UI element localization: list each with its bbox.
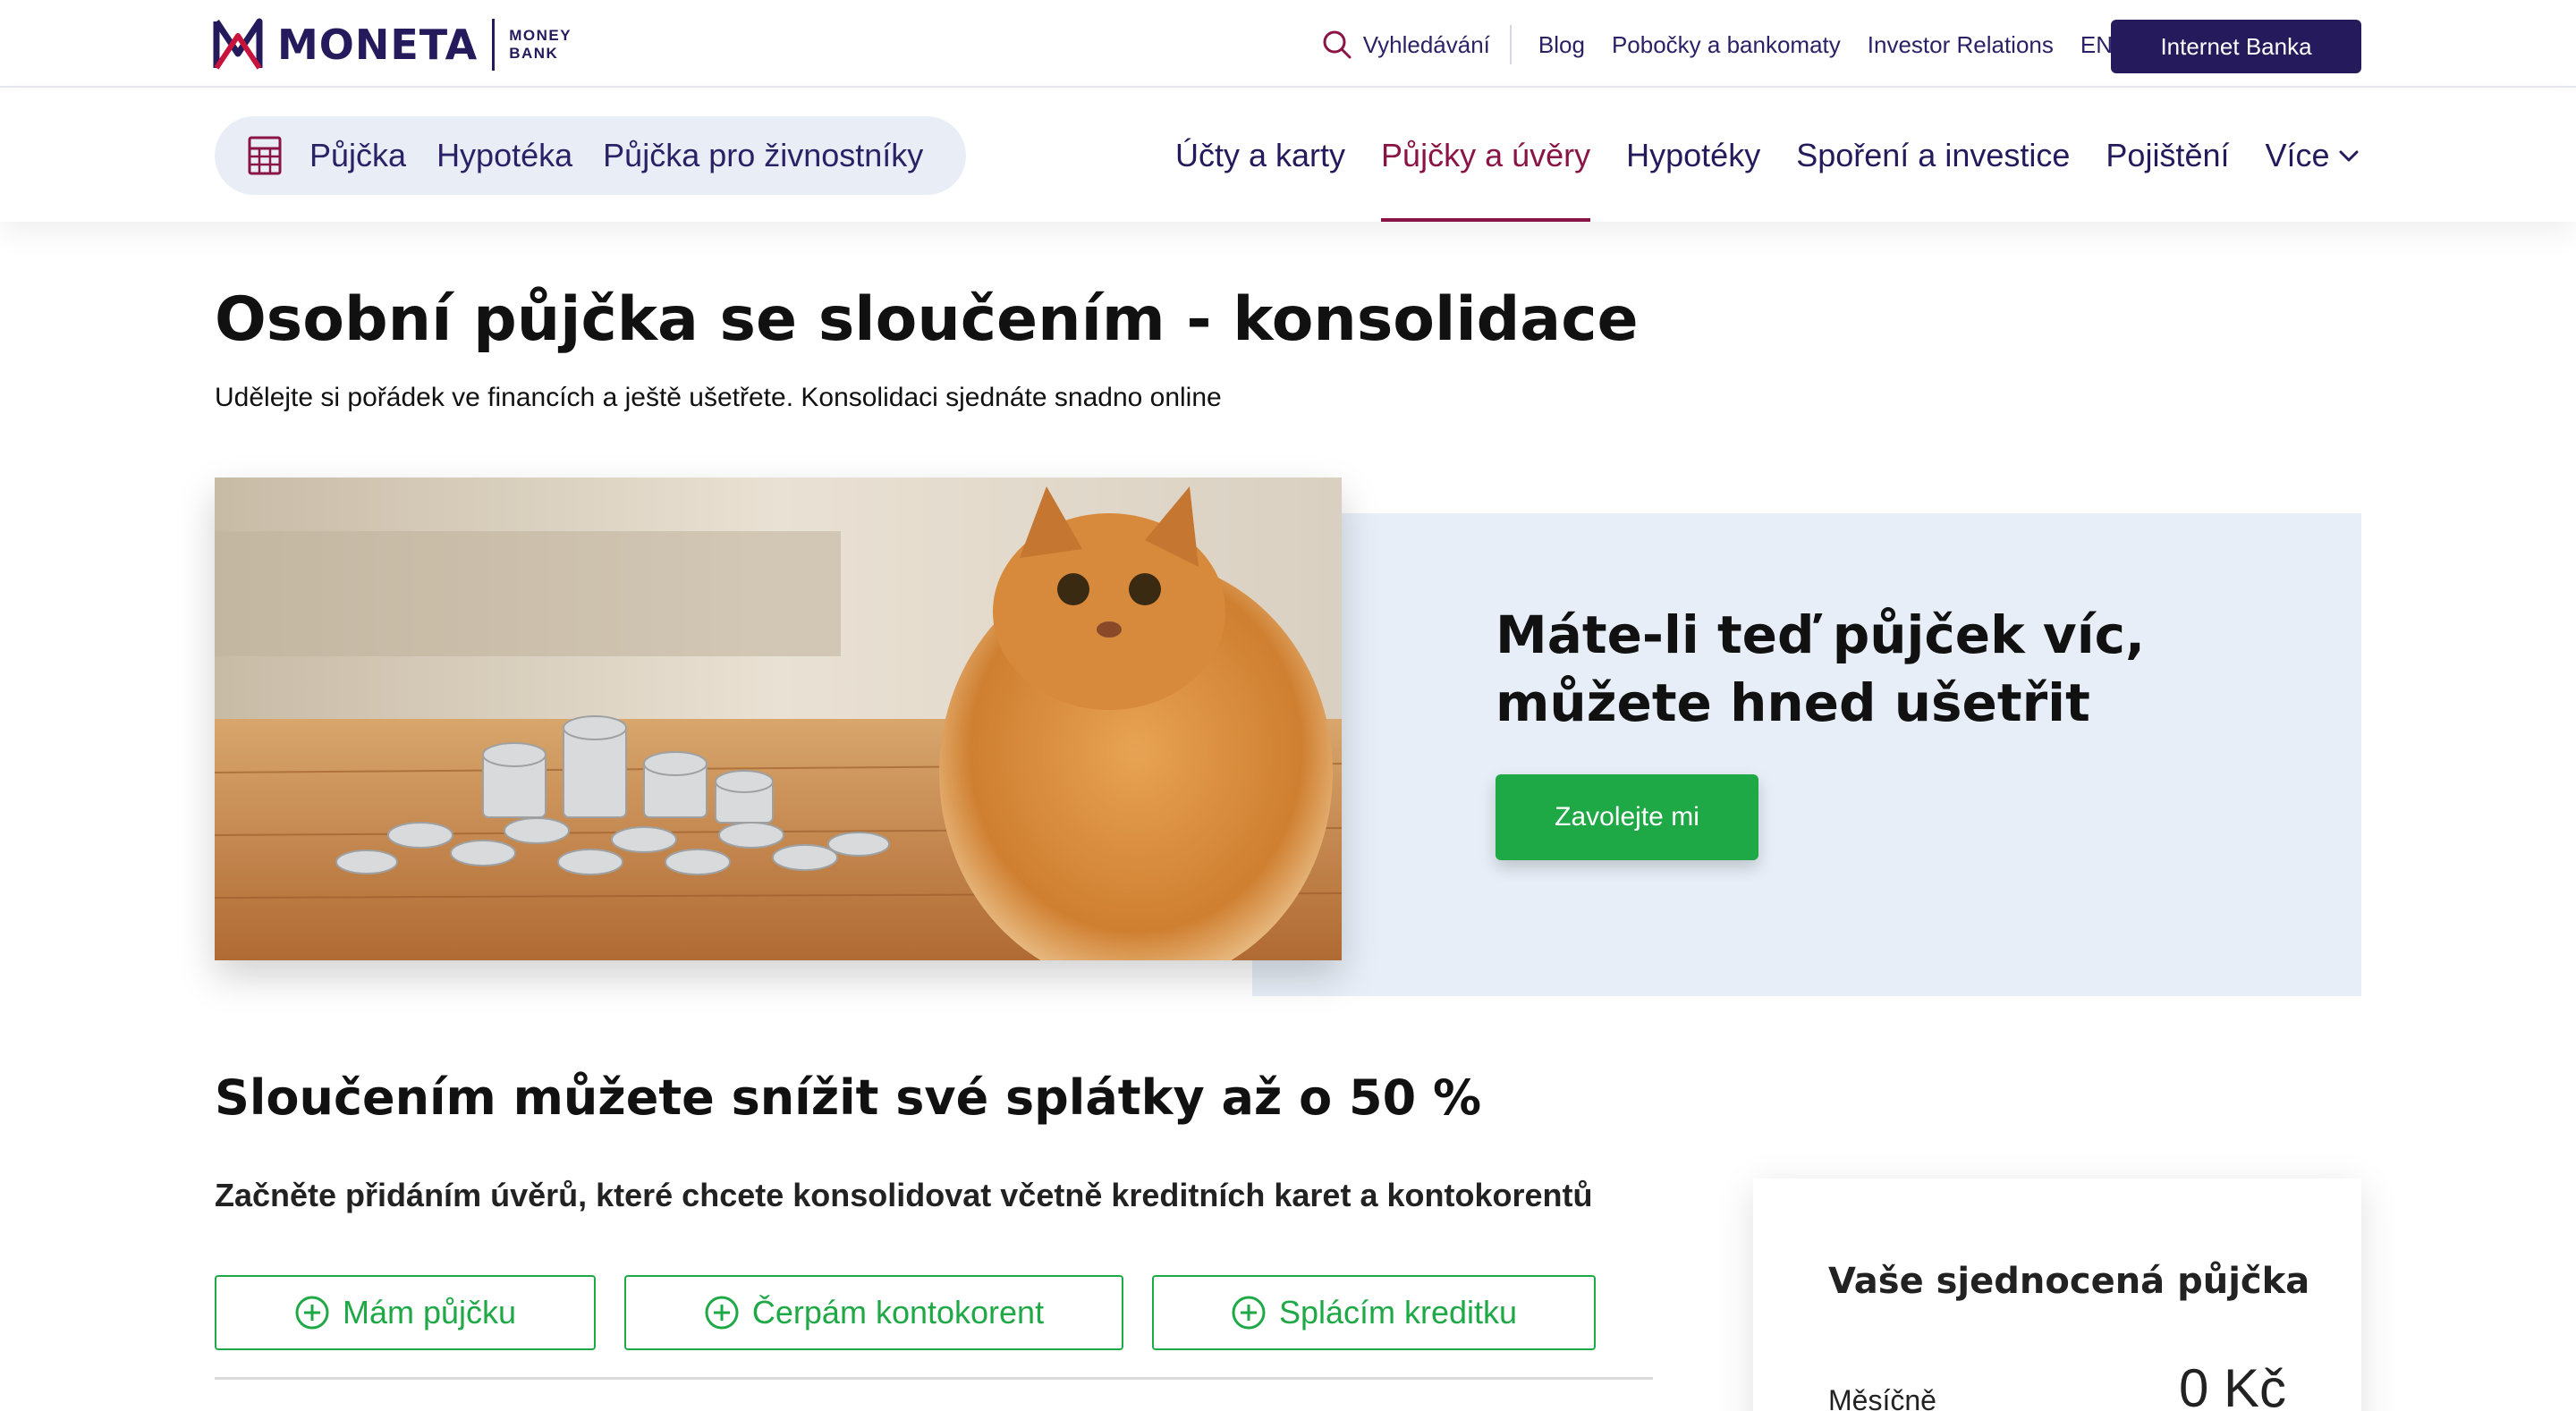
moneta-logo[interactable]: MONETA MONEY BANK [213, 16, 572, 73]
plus-circle-icon [295, 1296, 329, 1330]
hero-heading-line1: Máte-li teď půjček víc, [1496, 604, 2145, 665]
plus-circle-icon [1232, 1296, 1266, 1330]
consolidation-subtitle: Začněte přidáním úvěrů, které chcete kon… [215, 1177, 1593, 1213]
hero-heading-line2: můžete hned ušetřit [1496, 672, 2090, 733]
calculator-icon [248, 136, 282, 175]
nav-item-accounts-cards[interactable]: Účty a karty [1175, 89, 1345, 222]
logo-sub-line2: BANK [509, 45, 559, 62]
hero-image-cat-with-coins [215, 477, 1342, 960]
moneta-logo-mark-icon [213, 18, 263, 70]
consolidated-loan-card: Vaše sjednocená půjčka Měsíčně 0 Kč [1753, 1179, 2361, 1411]
add-credit-card-label: Splácím kreditku [1278, 1294, 1518, 1331]
nav-item-mortgages[interactable]: Hypotéky [1626, 89, 1760, 222]
top-link-branches[interactable]: Pobočky a bankomaty [1612, 31, 1841, 59]
nav-more-label: Více [2265, 137, 2330, 173]
logo-divider [492, 19, 496, 71]
quick-links: Půjčka Hypotéka Půjčka pro živnostníky [215, 116, 966, 195]
top-link-investor-relations[interactable]: Investor Relations [1868, 31, 2054, 59]
consolidation-title: Sloučením můžete snížit své splátky až o… [215, 1069, 1482, 1126]
nav-item-savings-investments[interactable]: Spoření a investice [1796, 89, 2070, 222]
page-subtitle: Udělejte si pořádek ve financích a ještě… [215, 383, 1222, 412]
search-icon [1323, 30, 1352, 59]
add-loan-button[interactable]: Mám půjčku [215, 1275, 596, 1350]
quick-link-hypoteka[interactable]: Hypotéka [436, 137, 572, 174]
top-links: Vyhledávání Blog Pobočky a bankomaty Inv… [1322, 25, 2113, 64]
add-loan-label: Mám půjčku [342, 1294, 517, 1331]
search-link[interactable]: Vyhledávání [1322, 25, 1512, 64]
page-title: Osobní půjčka se sloučením - konsolidace [215, 284, 1639, 355]
result-title: Vaše sjednocená půjčka [1828, 1261, 2310, 1302]
add-overdraft-button[interactable]: Čerpám kontokorent [624, 1275, 1123, 1350]
logo-subtitle: MONEY BANK [509, 27, 572, 63]
call-me-button[interactable]: Zavolejte mi [1496, 774, 1758, 860]
plus-circle-icon [705, 1296, 739, 1330]
main-navigation-bar: Půjčka Hypotéka Půjčka pro živnostníky Ú… [0, 89, 2576, 222]
quick-link-pujcka[interactable]: Půjčka [309, 137, 406, 174]
chevron-down-icon [2339, 150, 2359, 162]
add-overdraft-label: Čerpám kontokorent [751, 1294, 1045, 1331]
top-link-language[interactable]: EN [2080, 31, 2113, 59]
section-divider [215, 1377, 1653, 1380]
nav-item-loans[interactable]: Půjčky a úvěry [1381, 89, 1591, 222]
quick-link-pujcka-zivnostnici[interactable]: Půjčka pro živnostníky [603, 137, 923, 174]
monthly-value: 0 Kč [2178, 1358, 2286, 1411]
top-bar: MONETA MONEY BANK Vyhledávání Blog Poboč… [0, 0, 2576, 88]
search-label: Vyhledávání [1362, 30, 1490, 58]
add-credit-card-button[interactable]: Splácím kreditku [1152, 1275, 1596, 1350]
monthly-label: Měsíčně [1828, 1384, 1936, 1411]
logo-sub-line1: MONEY [509, 27, 572, 44]
hero-panel [1252, 513, 2361, 996]
nav-item-more[interactable]: Více [2265, 89, 2360, 222]
hero-heading: Máte-li teď půjček víc, můžete hned ušet… [1496, 601, 2145, 737]
internet-banka-button[interactable]: Internet Banka [2111, 20, 2361, 73]
nav-item-insurance[interactable]: Pojištění [2106, 89, 2229, 222]
main-nav: Účty a karty Půjčky a úvěry Hypotéky Spo… [1175, 89, 2396, 222]
logo-wordmark: MONETA [277, 21, 479, 69]
top-link-blog[interactable]: Blog [1538, 31, 1585, 59]
